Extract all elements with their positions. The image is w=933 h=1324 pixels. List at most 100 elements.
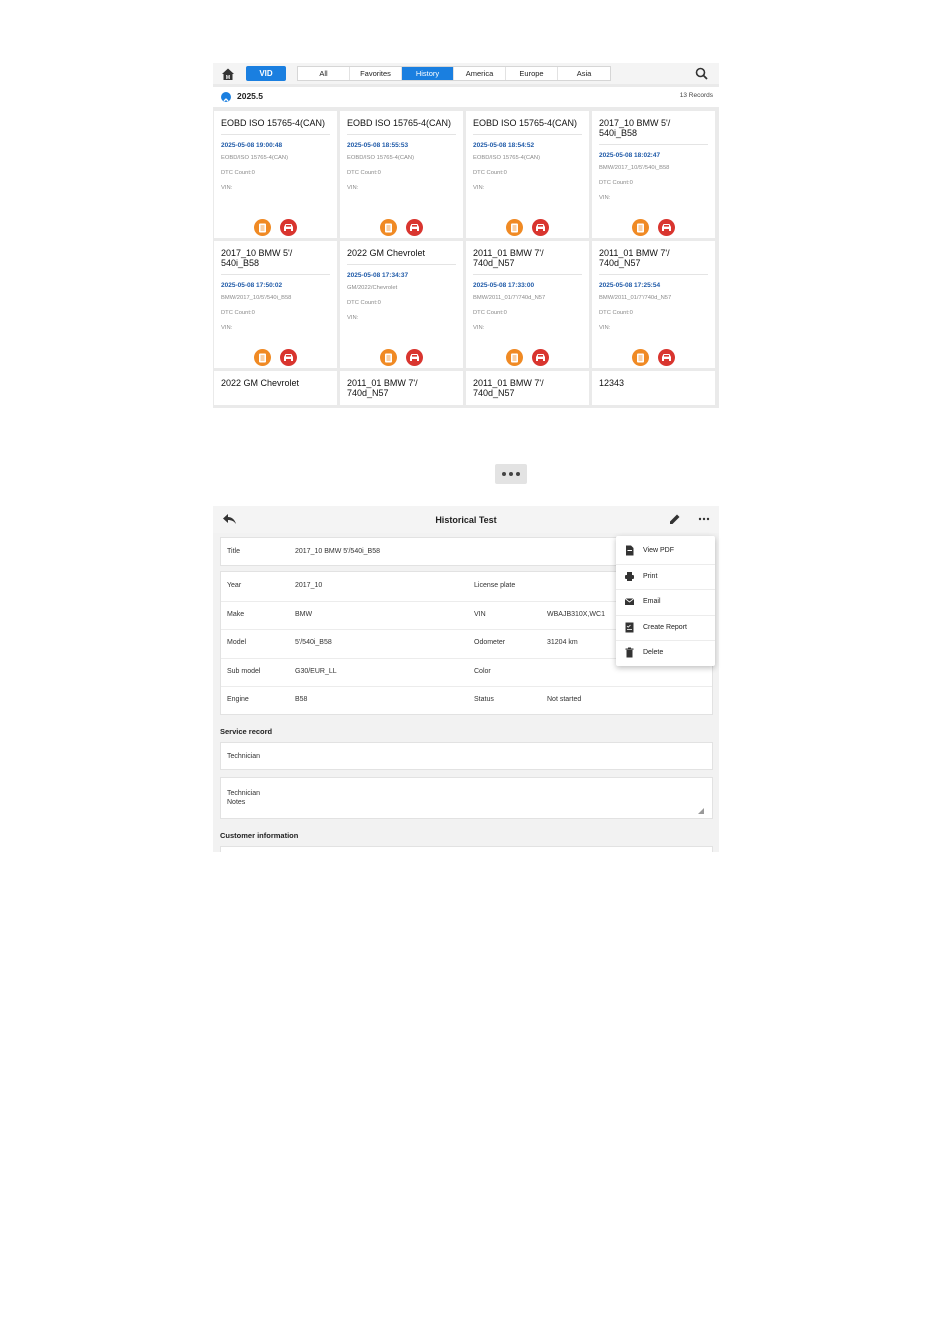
- search-icon[interactable]: [695, 67, 708, 80]
- tab-asia[interactable]: Asia: [558, 67, 610, 80]
- home-icon[interactable]: M: [221, 67, 235, 81]
- pdf-icon: [626, 545, 634, 556]
- edit-icon[interactable]: [669, 513, 681, 525]
- group-header: 2025.5 13 Records: [213, 87, 719, 107]
- history-card[interactable]: 2011_01 BMW 7'/ 740d_N57: [466, 371, 589, 405]
- card-title: EOBD ISO 15765-4(CAN): [473, 118, 578, 128]
- report-icon[interactable]: [632, 349, 649, 366]
- technician-field[interactable]: Technician: [220, 742, 713, 770]
- history-card[interactable]: EOBD ISO 15765-4(CAN) 2025-05-08 19:00:48…: [214, 111, 337, 238]
- tab-favorites[interactable]: Favorites: [350, 67, 402, 80]
- records-count: 13 Records: [679, 92, 713, 99]
- field-value[interactable]: 31204 km: [547, 639, 578, 646]
- car-icon[interactable]: [658, 349, 675, 366]
- field-label: Model: [227, 639, 247, 647]
- card-title: 2011_01 BMW 7'/ 740d_N57: [473, 378, 544, 398]
- card-timestamp: 2025-05-08 17:25:54: [599, 282, 661, 289]
- technician-notes-field[interactable]: Technician Notes: [220, 777, 713, 819]
- title-value[interactable]: 2017_10 BMW 5'/540i_B58: [295, 548, 380, 555]
- customer-info-title: Customer information: [220, 831, 299, 840]
- field-label: Status: [474, 696, 494, 704]
- field-label: Year: [227, 582, 242, 589]
- card-dtc-count: DTC Count:0: [347, 300, 381, 306]
- field-label: Engine: [227, 696, 249, 704]
- more-options-icon[interactable]: [495, 464, 527, 484]
- report-icon[interactable]: [380, 219, 397, 236]
- field-value[interactable]: Not started: [547, 696, 581, 703]
- history-grid: EOBD ISO 15765-4(CAN) 2025-05-08 19:00:48…: [214, 111, 718, 405]
- history-card[interactable]: 2011_01 BMW 7'/ 740d_N57 2025-05-08 17:25…: [592, 241, 715, 368]
- report-icon[interactable]: [632, 219, 649, 236]
- card-title: 12343: [599, 378, 625, 388]
- car-icon[interactable]: [532, 349, 549, 366]
- car-icon[interactable]: [280, 349, 297, 366]
- report-icon[interactable]: [506, 349, 523, 366]
- menu-item-print[interactable]: Print: [616, 564, 715, 589]
- card-dtc-count: DTC Count:0: [221, 310, 255, 316]
- card-title: 2017_10 BMW 5'/ 540i_B58: [221, 248, 293, 268]
- card-title: EOBD ISO 15765-4(CAN): [221, 118, 326, 128]
- card-path: BMW/2011_01/7'/740d_N57: [599, 295, 672, 301]
- menu-item-label: View PDF: [643, 547, 674, 554]
- history-card[interactable]: 2017_10 BMW 5'/ 540i_B58 2025-05-08 17:50…: [214, 241, 337, 368]
- report-icon[interactable]: [254, 219, 271, 236]
- card-vin: VIN:: [599, 195, 611, 201]
- more-icon[interactable]: [697, 513, 711, 525]
- tab-europe[interactable]: Europe: [506, 67, 558, 80]
- technician-label: Technician: [227, 753, 261, 760]
- tab-all[interactable]: All: [298, 67, 350, 80]
- field-label: Make: [227, 610, 245, 618]
- field-label: Color: [474, 667, 491, 675]
- car-icon[interactable]: [280, 219, 297, 236]
- car-icon[interactable]: [658, 219, 675, 236]
- technician-notes-label: Technician Notes: [227, 790, 261, 806]
- card-vin: VIN:: [221, 325, 233, 331]
- report-icon[interactable]: [254, 349, 271, 366]
- collapse-icon[interactable]: [221, 92, 231, 102]
- card-vin: VIN:: [473, 325, 485, 331]
- card-dtc-count: DTC Count:0: [347, 170, 381, 176]
- field-value[interactable]: 2017_10: [295, 582, 322, 589]
- card-title: 2011_01 BMW 7'/ 740d_N57: [347, 378, 418, 398]
- card-path: BMW/2011_01/7'/740d_N57: [473, 295, 546, 301]
- car-icon[interactable]: [406, 349, 423, 366]
- card-timestamp: 2025-05-08 17:33:00: [473, 282, 535, 289]
- history-card[interactable]: 2011_01 BMW 7'/ 740d_N57: [340, 371, 463, 405]
- card-path: EOBD/ISO 15765-4(CAN): [347, 155, 415, 161]
- card-path: GM/2022/Chevrolet: [347, 285, 398, 291]
- field-value[interactable]: 5'/540i_B58: [295, 639, 332, 646]
- history-card[interactable]: EOBD ISO 15765-4(CAN) 2025-05-08 18:54:52…: [466, 111, 589, 238]
- vid-button[interactable]: VID: [246, 66, 286, 81]
- menu-item-create-report[interactable]: Create Report: [616, 615, 715, 640]
- history-card[interactable]: 2011_01 BMW 7'/ 740d_N57 2025-05-08 17:33…: [466, 241, 589, 368]
- tab-history[interactable]: History: [402, 67, 454, 80]
- history-card[interactable]: 2022 GM Chevrolet: [214, 371, 337, 405]
- menu-item-label: Email: [643, 598, 661, 605]
- field-value[interactable]: G30/EUR_LL: [295, 668, 337, 675]
- card-vin: VIN:: [599, 325, 611, 331]
- card-timestamp: 2025-05-08 17:34:37: [347, 272, 409, 279]
- page-title: Historical Test: [435, 515, 497, 525]
- tab-america[interactable]: America: [454, 67, 506, 80]
- field-value[interactable]: B58: [295, 696, 307, 703]
- field-value[interactable]: BMW: [295, 611, 312, 618]
- history-card[interactable]: 12343: [592, 371, 715, 405]
- history-card[interactable]: 2022 GM Chevrolet 2025-05-08 17:34:37 GM/2…: [340, 241, 463, 368]
- field-value[interactable]: WBAJB310X,WC1: [547, 611, 605, 618]
- card-path: BMW/2017_10/5'/540i_B58: [599, 165, 670, 171]
- history-card[interactable]: 2017_10 BMW 5'/ 540i_B58 2025-05-08 18:02…: [592, 111, 715, 238]
- menu-item-delete[interactable]: Delete: [616, 640, 715, 665]
- car-icon[interactable]: [532, 219, 549, 236]
- menu-item-view-pdf[interactable]: View PDF: [616, 538, 715, 563]
- menu-item-email[interactable]: Email: [616, 589, 715, 614]
- report-icon[interactable]: [380, 349, 397, 366]
- card-path: EOBD/ISO 15765-4(CAN): [473, 155, 541, 161]
- report-icon[interactable]: [506, 219, 523, 236]
- card-vin: VIN:: [347, 315, 359, 321]
- card-path: EOBD/ISO 15765-4(CAN): [221, 155, 289, 161]
- card-title: 2011_01 BMW 7'/ 740d_N57: [599, 248, 670, 268]
- history-card[interactable]: EOBD ISO 15765-4(CAN) 2025-05-08 18:55:53…: [340, 111, 463, 238]
- resize-handle-icon[interactable]: [698, 808, 704, 814]
- car-icon[interactable]: [406, 219, 423, 236]
- card-title: 2022 GM Chevrolet: [221, 378, 300, 388]
